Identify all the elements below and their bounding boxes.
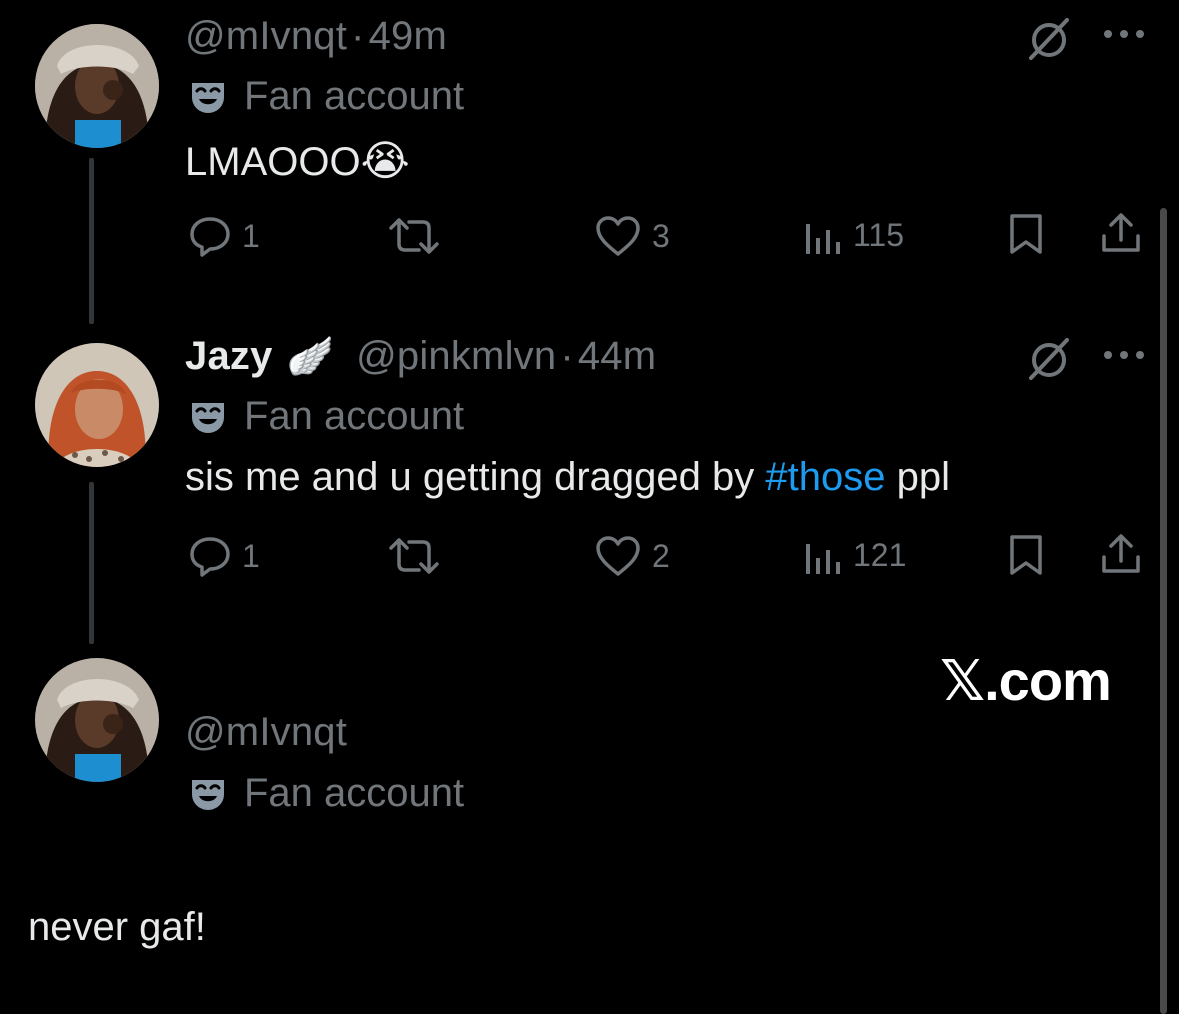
reply-icon xyxy=(190,537,230,577)
separator-dot: · xyxy=(351,14,365,58)
share-icon xyxy=(1102,213,1140,252)
more-icon[interactable] xyxy=(1100,347,1148,363)
crying-emoji: 😭 xyxy=(360,137,410,184)
account-label: Fan account xyxy=(188,394,464,439)
share-button[interactable] xyxy=(1098,531,1144,577)
tweet-header: Jazy 🪽 @pinkmlvn · 44m xyxy=(185,334,656,379)
reply-count: 1 xyxy=(242,217,260,254)
grok-icon[interactable] xyxy=(1023,332,1075,384)
caption-text: never gaf! xyxy=(28,905,206,949)
views-count: 115 xyxy=(853,216,905,253)
wing-emoji: 🪽 xyxy=(286,336,335,378)
like-count: 3 xyxy=(652,217,670,254)
like-button[interactable]: 3 xyxy=(594,214,670,258)
views-count: 121 xyxy=(853,536,907,573)
display-name[interactable]: Jazy xyxy=(185,334,273,378)
user-handle[interactable]: @mIvnqt xyxy=(185,710,347,754)
account-label-text: Fan account xyxy=(244,74,465,118)
tweet-header: @mIvnqt · 49m xyxy=(185,14,447,59)
avatar[interactable] xyxy=(35,343,159,467)
tweet-text: sis me and u getting dragged by #those p… xyxy=(185,455,950,500)
reply-button[interactable]: 1 xyxy=(188,535,260,577)
account-label-text: Fan account xyxy=(244,394,465,438)
reply-icon xyxy=(190,217,230,257)
thread-line xyxy=(89,158,94,324)
bookmark-icon xyxy=(1010,214,1042,254)
repost-icon xyxy=(389,218,439,254)
bookmark-icon xyxy=(1010,535,1042,575)
avatar[interactable] xyxy=(35,24,159,148)
tweet-text-after: ppl xyxy=(885,455,950,499)
account-label: Fan account xyxy=(188,771,464,816)
thread-screenshot: @mIvnqt · 49m Fan account LMAOOO😭 1 3 11… xyxy=(0,0,1179,1014)
tweet-text: LMAOOO😭 xyxy=(185,136,410,185)
user-handle[interactable]: @mIvnqt xyxy=(185,14,347,58)
separator-dot: · xyxy=(560,334,574,378)
theater-mask-icon xyxy=(192,402,224,433)
views-button[interactable]: 121 xyxy=(803,534,906,576)
timestamp[interactable]: 49m xyxy=(369,14,447,58)
reply-button[interactable]: 1 xyxy=(188,215,260,257)
x-com-watermark: 𝕏.com xyxy=(940,649,1112,712)
like-count: 2 xyxy=(652,537,670,574)
thread-line xyxy=(89,482,94,644)
tweet-text-before: sis me and u getting dragged by xyxy=(185,455,766,499)
like-button[interactable]: 2 xyxy=(594,534,670,578)
scrollbar[interactable] xyxy=(1160,208,1167,1014)
tweet-header: @mIvnqt xyxy=(185,710,347,755)
views-icon xyxy=(806,544,840,574)
repost-button[interactable] xyxy=(387,216,441,256)
timestamp[interactable]: 44m xyxy=(578,334,656,378)
theater-mask-icon xyxy=(192,82,224,113)
hashtag-link[interactable]: #those xyxy=(765,455,885,499)
views-icon xyxy=(806,224,840,254)
tweet-text-content: LMAOOO xyxy=(185,140,361,184)
bookmark-button[interactable] xyxy=(1006,212,1046,256)
views-button[interactable]: 115 xyxy=(803,214,904,256)
repost-button[interactable] xyxy=(387,536,441,576)
avatar[interactable] xyxy=(35,658,159,782)
theater-mask-icon xyxy=(192,779,224,810)
reply-count: 1 xyxy=(242,537,260,574)
like-icon xyxy=(596,536,640,576)
share-icon xyxy=(1102,534,1140,573)
account-label-text: Fan account xyxy=(244,771,465,815)
account-label: Fan account xyxy=(188,74,464,119)
bookmark-button[interactable] xyxy=(1006,533,1046,577)
like-icon xyxy=(596,216,640,256)
more-icon[interactable] xyxy=(1100,26,1148,42)
share-button[interactable] xyxy=(1098,210,1144,256)
user-handle[interactable]: @pinkmlvn xyxy=(356,334,556,378)
grok-icon[interactable] xyxy=(1023,12,1075,64)
repost-icon xyxy=(389,538,439,574)
